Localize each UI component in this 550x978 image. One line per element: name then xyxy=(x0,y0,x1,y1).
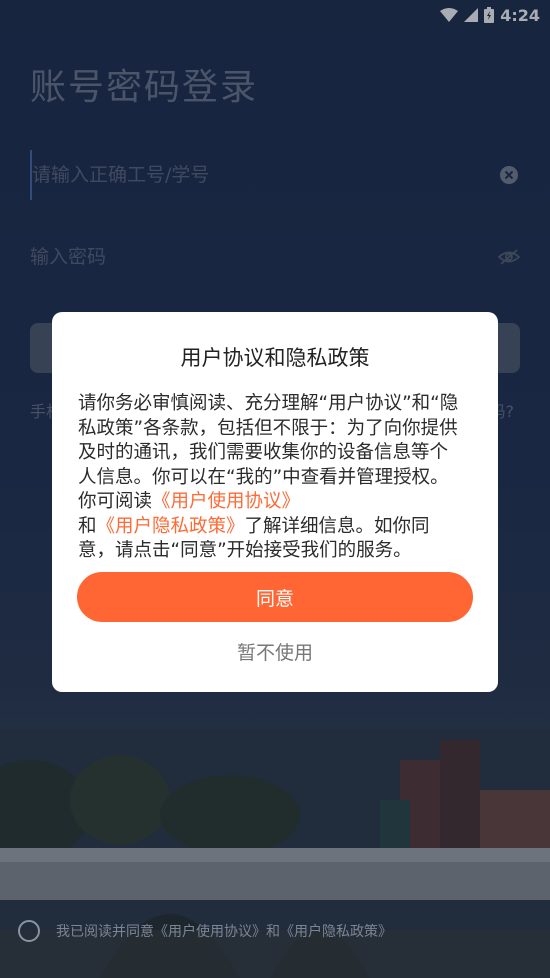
consent-row: 我已阅读并同意《用户使用协议》和《用户隐私政策》 xyxy=(18,920,392,942)
consent-text: 我已阅读并同意《用户使用协议》和《用户隐私政策》 xyxy=(56,924,392,940)
body-text-2: 和 xyxy=(78,515,97,537)
agree-button[interactable]: 同意 xyxy=(77,572,473,622)
privacy-policy-link[interactable]: 《用户隐私政策》 xyxy=(97,516,245,537)
privacy-dialog: 用户协议和隐私政策 请你务必审慎阅读、充分理解“用户协议”和“隐私政策”各条款，… xyxy=(52,312,498,692)
dialog-title: 用户协议和隐私政策 xyxy=(180,346,370,370)
decline-button[interactable]: 暂不使用 xyxy=(52,638,498,665)
dialog-body: 请你务必审慎阅读、充分理解“用户协议”和“隐私政策”各条款，包括但不限于：为了向… xyxy=(78,392,462,564)
user-agreement-link[interactable]: 《用户使用协议》 xyxy=(152,491,300,512)
consent-radio[interactable] xyxy=(18,920,40,942)
